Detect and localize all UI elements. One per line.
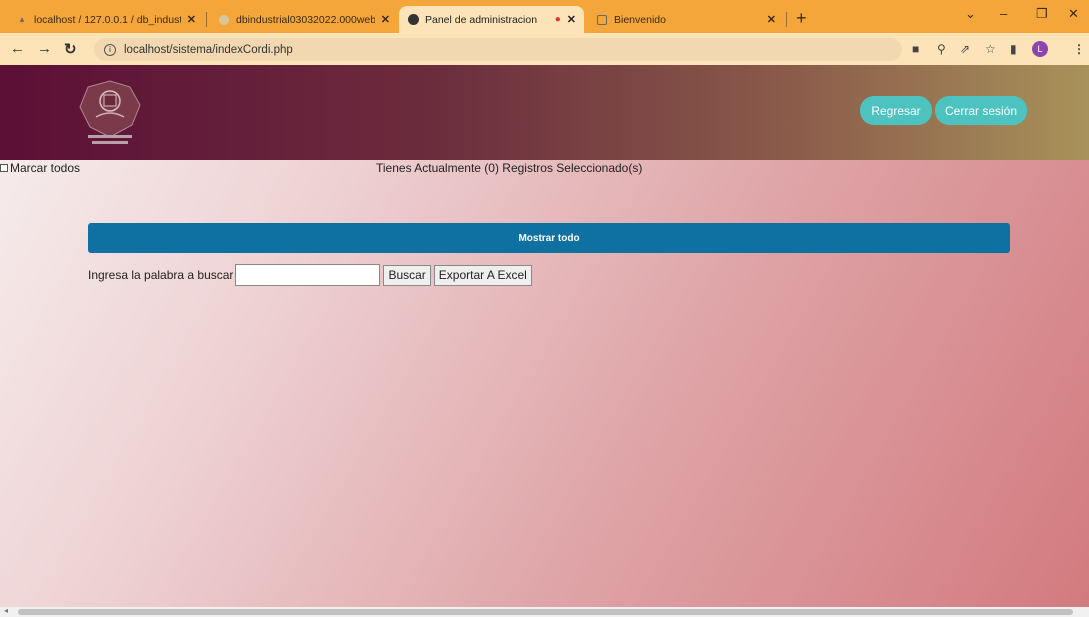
zoom-icon[interactable]: ⚲ — [937, 42, 946, 56]
sidepanel-icon[interactable]: ▮ — [1010, 42, 1017, 56]
logout-button[interactable]: Cerrar sesión — [935, 96, 1027, 125]
export-excel-button[interactable]: Exportar A Excel — [433, 264, 532, 286]
globe-icon — [407, 14, 419, 26]
tab-title: Panel de administracion — [425, 13, 538, 26]
close-icon[interactable]: ✕ — [381, 13, 390, 26]
tab-panel-admin[interactable]: Panel de administracion ● ✕ — [399, 6, 584, 33]
reload-icon[interactable]: ↻ — [64, 40, 77, 58]
scroll-left-icon[interactable]: ◂ — [4, 606, 8, 615]
restore-icon[interactable]: ❐ — [1036, 6, 1048, 22]
new-tab-icon[interactable]: + — [796, 8, 807, 29]
tab-phpmyadmin[interactable]: ▴ localhost / 127.0.0.1 / db_industr ✕ — [8, 6, 204, 33]
close-icon[interactable]: ✕ — [567, 13, 576, 26]
select-all-control[interactable]: Marcar todos — [0, 161, 80, 175]
show-all-button[interactable]: Mostrar todo — [88, 223, 1010, 253]
minimize-icon[interactable]: – — [1000, 6, 1007, 21]
horizontal-scrollbar[interactable]: ◂ — [0, 606, 1089, 617]
selection-status: Tienes Actualmente (0) Registros Selecci… — [376, 161, 643, 175]
url-text: localhost/sistema/indexCordi.php — [124, 43, 293, 56]
back-button[interactable]: Regresar — [860, 96, 932, 125]
select-all-checkbox[interactable] — [0, 164, 8, 172]
tab-bienvenido[interactable]: Bienvenido ✕ — [588, 6, 784, 33]
page-icon — [596, 14, 608, 26]
tab-title: Bienvenido — [614, 13, 666, 26]
forward-arrow-icon[interactable]: → — [37, 40, 52, 57]
browser-tabstrip: ▴ localhost / 127.0.0.1 / db_industr ✕ d… — [0, 0, 1089, 33]
star-icon[interactable]: ☆ — [985, 42, 996, 56]
info-icon[interactable]: i — [104, 43, 116, 56]
menu-icon[interactable]: ⋮ — [1073, 42, 1085, 56]
select-all-label: Marcar todos — [10, 161, 81, 175]
search-input[interactable] — [235, 264, 381, 286]
tab-divider — [206, 12, 207, 27]
phpmyadmin-icon: ▴ — [19, 14, 25, 24]
avatar[interactable]: L — [1032, 41, 1048, 57]
avatar-letter: L — [1037, 44, 1043, 54]
web-icon — [218, 14, 230, 26]
tab-title: localhost / 127.0.0.1 / db_industr — [34, 13, 181, 26]
close-icon[interactable]: ✕ — [187, 13, 196, 26]
address-bar[interactable]: i localhost/sistema/indexCordi.php — [94, 38, 902, 61]
site-header: Regresar Cerrar sesión — [0, 65, 1089, 160]
scrollbar-thumb[interactable] — [18, 609, 1073, 615]
camera-icon[interactable]: ■ — [912, 42, 919, 56]
search-label: Ingresa la palabra a buscar — [88, 268, 234, 282]
back-arrow-icon[interactable]: ← — [10, 40, 25, 57]
tab-search-icon[interactable]: ⌄ — [965, 6, 976, 22]
tab-title: dbindustrial03032022.000webho — [236, 13, 375, 26]
close-icon[interactable]: ✕ — [767, 13, 776, 26]
recording-icon: ● — [554, 14, 561, 25]
institution-logo — [79, 80, 141, 144]
close-window-icon[interactable]: ✕ — [1068, 6, 1079, 22]
share-icon[interactable]: ⇗ — [960, 42, 970, 56]
search-form: Ingresa la palabra a buscar Buscar Expor… — [88, 264, 532, 286]
tab-webhost[interactable]: dbindustrial03032022.000webho ✕ — [210, 6, 398, 33]
browser-toolbar: ← → ↻ i localhost/sistema/indexCordi.php… — [0, 33, 1089, 65]
page-viewport: Regresar Cerrar sesión Marcar todos Tien… — [0, 65, 1089, 617]
tab-divider — [786, 12, 787, 27]
search-button[interactable]: Buscar — [383, 264, 431, 286]
